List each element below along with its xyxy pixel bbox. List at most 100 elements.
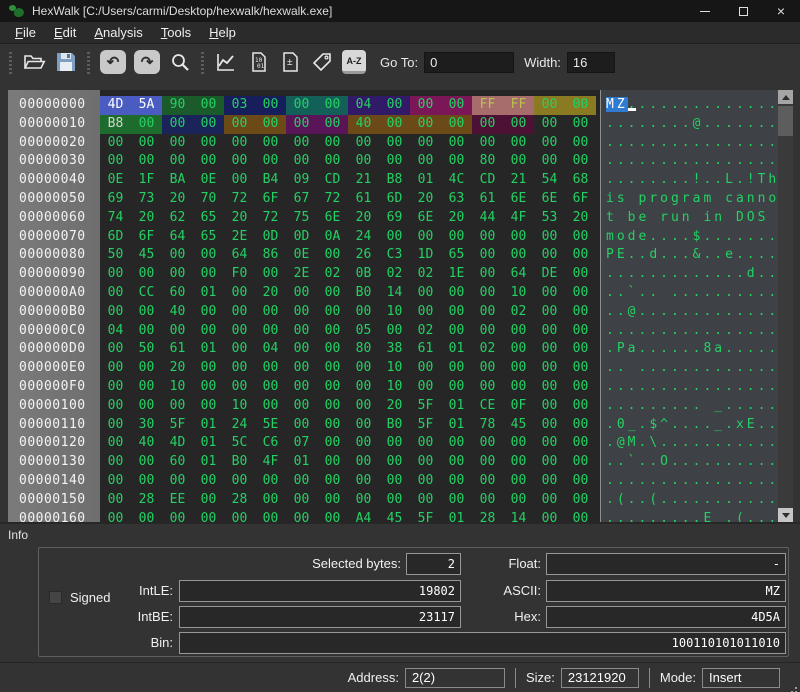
byte-cell[interactable]: 74 xyxy=(100,209,131,228)
byte-cell[interactable]: 00 xyxy=(286,284,317,303)
byte-cell[interactable]: 00 xyxy=(317,510,348,522)
byte-cell[interactable]: 00 xyxy=(317,152,348,171)
ascii-char[interactable]: . xyxy=(638,304,649,319)
byte-cell[interactable]: 01 xyxy=(441,340,472,359)
byte-cell[interactable]: 00 xyxy=(379,322,410,341)
byte-cell[interactable]: 00 xyxy=(472,359,503,378)
byte-cell[interactable]: 00 xyxy=(317,284,348,303)
ascii-char[interactable]: . xyxy=(736,435,747,450)
byte-cell[interactable]: 6F xyxy=(131,228,162,247)
ascii-char[interactable]: . xyxy=(649,172,660,187)
ascii-char[interactable]: h xyxy=(768,172,779,187)
byte-cell[interactable]: 00 xyxy=(410,134,441,153)
byte-cell[interactable]: 00 xyxy=(317,491,348,510)
byte-cell[interactable]: 67 xyxy=(286,190,317,209)
ascii-char[interactable]: . xyxy=(682,435,693,450)
ascii-char[interactable]: . xyxy=(758,116,769,131)
ascii-char[interactable]: . xyxy=(638,323,649,338)
ascii-char[interactable]: . xyxy=(693,511,704,522)
byte-cell[interactable]: 00 xyxy=(317,472,348,491)
ascii-char[interactable]: . xyxy=(747,247,758,262)
byte-cell[interactable]: 00 xyxy=(503,472,534,491)
ascii-char[interactable]: . xyxy=(671,304,682,319)
ascii-char[interactable]: o xyxy=(660,191,671,206)
ascii-char[interactable]: . xyxy=(768,379,779,394)
byte-cell[interactable]: 40 xyxy=(131,434,162,453)
byte-cell[interactable]: 00 xyxy=(193,322,224,341)
ascii-char[interactable]: . xyxy=(606,417,617,432)
byte-cell[interactable]: CC xyxy=(131,284,162,303)
byte-cell[interactable]: 00 xyxy=(162,397,193,416)
ascii-char[interactable]: . xyxy=(649,285,660,300)
ascii-char[interactable] xyxy=(714,191,725,206)
ascii-char[interactable]: . xyxy=(617,135,628,150)
ascii-char[interactable]: . xyxy=(736,153,747,168)
undo-button[interactable]: ↶ xyxy=(96,48,130,76)
ascii-char[interactable]: . xyxy=(671,341,682,356)
byte-cell[interactable]: 69 xyxy=(379,209,410,228)
ascii-char[interactable]: . xyxy=(628,511,639,522)
ascii-char[interactable]: . xyxy=(714,379,725,394)
byte-cell[interactable]: 00 xyxy=(565,152,596,171)
byte-cell[interactable]: 5C xyxy=(224,434,255,453)
ascii-char[interactable]: . xyxy=(638,341,649,356)
ascii-char[interactable]: . xyxy=(649,379,660,394)
byte-cell[interactable]: 00 xyxy=(565,397,596,416)
byte-cell[interactable]: 00 xyxy=(534,246,565,265)
byte-cell[interactable]: 20 xyxy=(162,359,193,378)
byte-cell[interactable]: 00 xyxy=(131,322,162,341)
ascii-char[interactable]: . xyxy=(768,266,779,281)
byte-cell[interactable]: 60 xyxy=(162,284,193,303)
ascii-char[interactable]: . xyxy=(649,135,660,150)
ascii-char[interactable]: @ xyxy=(693,116,704,131)
byte-cell[interactable]: 63 xyxy=(441,190,472,209)
byte-cell[interactable]: 00 xyxy=(534,340,565,359)
byte-cell[interactable]: 00 xyxy=(162,152,193,171)
ascii-char[interactable]: . xyxy=(617,116,628,131)
ascii-char[interactable]: . xyxy=(638,417,649,432)
byte-cell[interactable]: 00 xyxy=(286,322,317,341)
diff-button[interactable]: ± xyxy=(274,48,306,76)
byte-cell[interactable]: 00 xyxy=(503,434,534,453)
ascii-char[interactable]: . xyxy=(617,266,628,281)
ascii-char[interactable]: . xyxy=(660,435,671,450)
byte-cell[interactable]: 6E xyxy=(534,190,565,209)
byte-cell[interactable]: 20 xyxy=(410,190,441,209)
ascii-char[interactable]: . xyxy=(682,153,693,168)
ascii-char[interactable]: m xyxy=(606,229,617,244)
ascii-char[interactable]: . xyxy=(758,247,769,262)
byte-cell[interactable]: 4D xyxy=(162,434,193,453)
ascii-char[interactable]: . xyxy=(768,116,779,131)
ascii-char[interactable]: . xyxy=(682,285,693,300)
byte-cell[interactable]: 00 xyxy=(193,96,224,115)
ascii-char[interactable]: . xyxy=(714,285,725,300)
byte-cell[interactable]: 00 xyxy=(255,96,286,115)
byte-cell[interactable]: 72 xyxy=(317,190,348,209)
byte-cell[interactable]: 10 xyxy=(162,378,193,397)
redo-button[interactable]: ↷ xyxy=(130,48,164,76)
byte-cell[interactable]: 00 xyxy=(503,152,534,171)
byte-cell[interactable]: 02 xyxy=(503,303,534,322)
ascii-char[interactable]: . xyxy=(703,473,714,488)
byte-cell[interactable]: 1F xyxy=(131,171,162,190)
byte-cell[interactable]: 00 xyxy=(441,378,472,397)
ascii-char[interactable]: . xyxy=(660,304,671,319)
ascii-char[interactable] xyxy=(617,210,628,225)
intle-field[interactable]: 19802 xyxy=(179,580,461,602)
ascii-char[interactable]: . xyxy=(725,379,736,394)
byte-cell[interactable]: 61 xyxy=(348,190,379,209)
ascii-char[interactable]: . xyxy=(628,323,639,338)
ascii-char[interactable]: . xyxy=(725,511,736,522)
ascii-char[interactable]: . xyxy=(768,97,779,112)
ascii-char[interactable]: . xyxy=(671,229,682,244)
byte-cell[interactable]: 00 xyxy=(162,265,193,284)
ascii-char[interactable]: . xyxy=(671,247,682,262)
ascii-char[interactable]: @ xyxy=(628,304,639,319)
ascii-char[interactable]: . xyxy=(649,97,660,112)
ascii-char[interactable]: . xyxy=(693,473,704,488)
byte-cell[interactable]: 5F xyxy=(410,397,441,416)
ascii-char[interactable]: M xyxy=(628,435,639,450)
byte-cell[interactable]: 00 xyxy=(379,453,410,472)
byte-cell[interactable]: 6E xyxy=(410,209,441,228)
ascii-char[interactable]: . xyxy=(714,247,725,262)
